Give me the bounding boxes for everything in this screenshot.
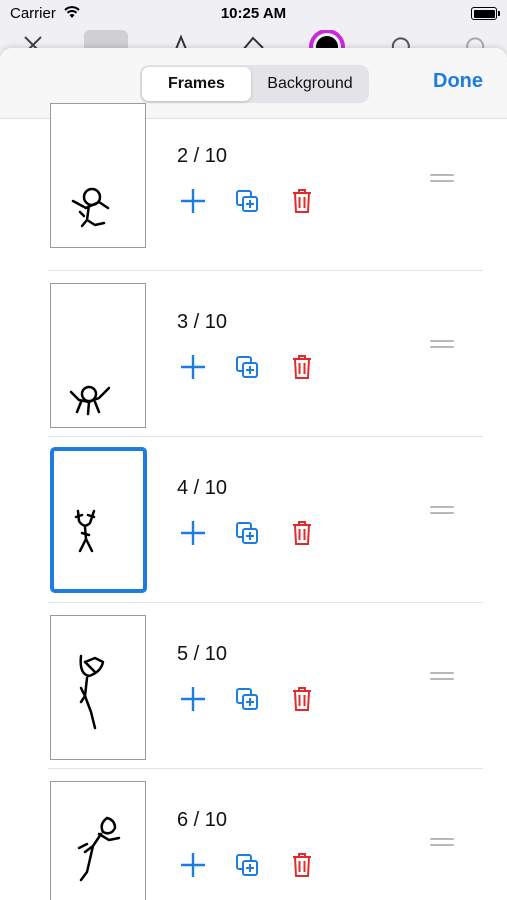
add-frame-button[interactable] [177,185,209,217]
frame-number-label: 4 / 10 [177,477,228,499]
delete-frame-button[interactable] [286,517,318,549]
segment-background[interactable]: Background [253,67,367,101]
frame-number-label: 3 / 10 [177,311,228,333]
frame-thumbnail[interactable] [50,615,146,760]
trash-icon [293,853,311,877]
stick-figure-drawing [77,816,121,882]
reorder-handle-icon[interactable] [430,337,454,351]
frame-row[interactable]: 3 / 10 [0,271,507,437]
delete-frame-button[interactable] [286,185,318,217]
reorder-handle-icon[interactable] [430,835,454,849]
duplicate-icon [236,688,258,710]
stick-figure-drawing [71,187,110,228]
trash-icon [293,687,311,711]
frame-thumbnail[interactable] [50,103,146,248]
plus-icon [181,521,205,545]
add-frame-button[interactable] [177,351,209,383]
plus-icon [181,355,205,379]
frame-thumbnail[interactable] [50,781,146,900]
plus-icon [181,853,205,877]
frame-row[interactable]: 2 / 10 [0,103,507,271]
delete-frame-button[interactable] [286,683,318,715]
stick-figure-drawing [79,654,105,730]
stick-figure-drawing [74,509,96,553]
add-frame-button[interactable] [177,517,209,549]
duplicate-icon [236,522,258,544]
duplicate-frame-button[interactable] [231,351,263,383]
stick-figure-drawing [69,385,111,416]
reorder-handle-icon[interactable] [430,669,454,683]
delete-frame-button[interactable] [286,849,318,881]
battery-icon [471,7,500,20]
segment-frames[interactable]: Frames [142,67,251,101]
trash-icon [293,521,311,545]
duplicate-icon [236,190,258,212]
trash-icon [293,355,311,379]
add-frame-button[interactable] [177,849,209,881]
frames-sheet: Frames Background Done 2 / 10 3 / 10 4 /… [0,48,507,900]
status-bar: Carrier 10:25 AM [0,0,507,30]
frame-number-label: 6 / 10 [177,809,228,831]
status-time: 10:25 AM [220,5,287,22]
frame-thumbnail-selected[interactable] [50,447,147,593]
duplicate-frame-button[interactable] [231,849,263,881]
frame-thumbnail[interactable] [50,283,146,428]
reorder-handle-icon[interactable] [430,171,454,185]
frame-row-selected[interactable]: 4 / 10 [0,437,507,603]
frames-background-segmented-control: Frames Background [140,65,369,103]
duplicate-icon [236,356,258,378]
duplicate-frame-button[interactable] [231,517,263,549]
delete-frame-button[interactable] [286,351,318,383]
screen: Carrier 10:25 AM Frames Background Done [0,0,507,900]
plus-icon [181,687,205,711]
frame-number-label: 5 / 10 [177,643,228,665]
frame-row[interactable]: 6 / 10 [0,769,507,900]
duplicate-frame-button[interactable] [231,185,263,217]
frame-number-label: 2 / 10 [177,145,228,167]
plus-icon [181,189,205,213]
frame-row[interactable]: 5 / 10 [0,603,507,769]
reorder-handle-icon[interactable] [430,503,454,517]
duplicate-frame-button[interactable] [231,683,263,715]
duplicate-icon [236,854,258,876]
done-button[interactable]: Done [433,70,483,93]
add-frame-button[interactable] [177,683,209,715]
trash-icon [293,189,311,213]
